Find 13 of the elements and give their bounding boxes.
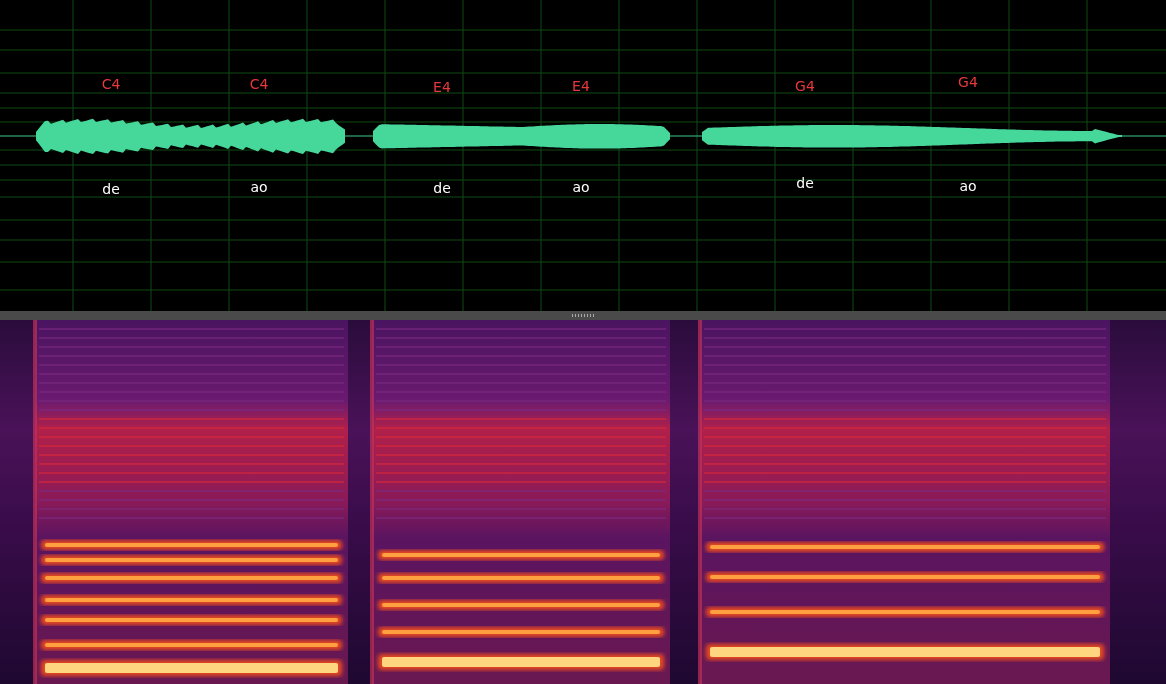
note-pitch-label: C4 (249, 76, 269, 92)
note-pitch-label: E4 (433, 79, 451, 95)
note-pitch-label: E4 (572, 78, 590, 94)
note-pitch-label: G4 (958, 74, 978, 90)
note-pitch-label: C4 (101, 76, 121, 92)
lyric-label: ao (250, 179, 268, 195)
splitter-grip[interactable] (572, 314, 594, 317)
lyric-label: de (433, 180, 451, 196)
note-pitch-label: G4 (795, 78, 815, 94)
lyric-label: ao (572, 179, 590, 195)
lyric-label: de (102, 181, 120, 197)
lyric-label: de (796, 175, 814, 191)
lyric-label: ao (959, 178, 977, 194)
